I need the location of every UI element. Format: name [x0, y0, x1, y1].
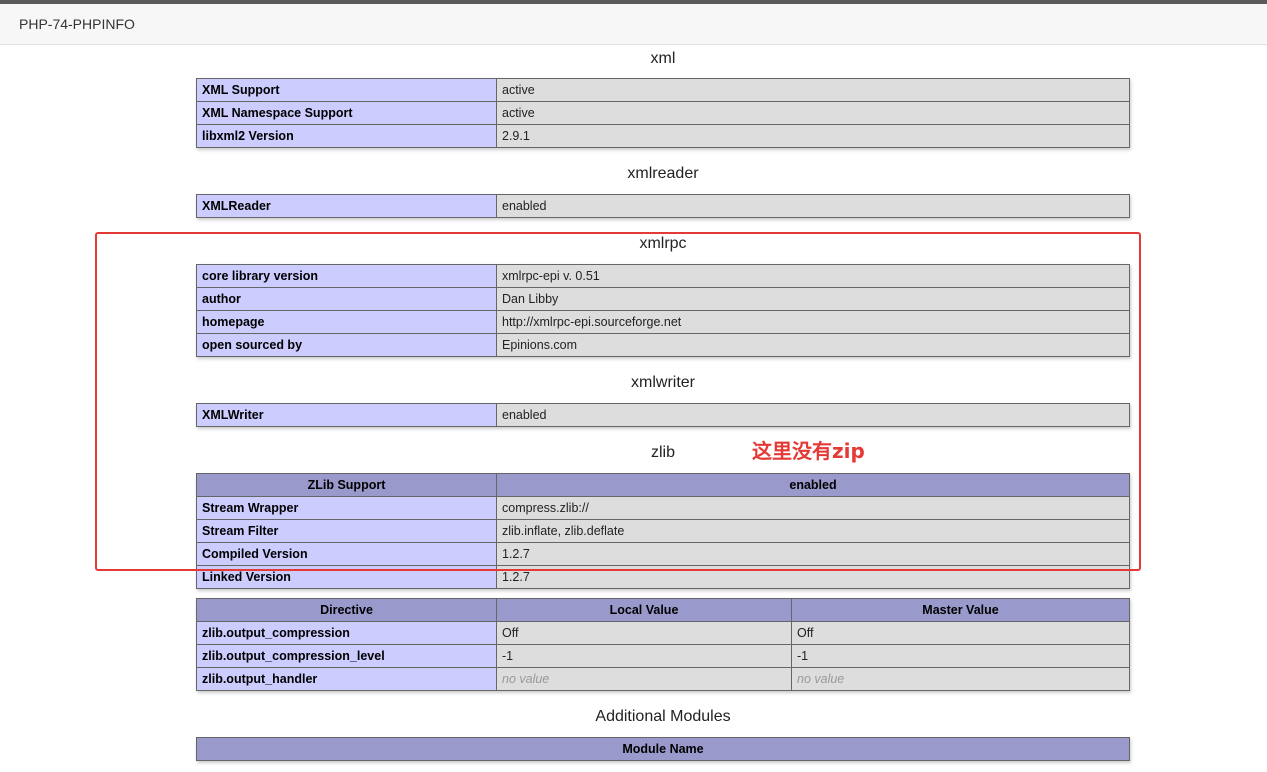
table-header-row: Module Name	[196, 737, 1130, 761]
page-tab-title[interactable]: PHP-74-PHPINFO	[19, 16, 135, 32]
table-row: zlib.output_handler no value no value	[196, 667, 1130, 691]
directive-name: libxml2 Version	[196, 124, 497, 148]
directive-name: zlib.output_compression	[196, 621, 497, 645]
master-value-cell: no value	[791, 667, 1130, 691]
directive-name: zlib.output_handler	[196, 667, 497, 691]
table-row: author Dan Libby	[196, 287, 1130, 311]
table-row: open sourced by Epinions.com	[196, 333, 1130, 357]
table-row: Compiled Version 1.2.7	[196, 542, 1130, 566]
column-header-local-value: Local Value	[496, 598, 792, 622]
local-value-cell: no value	[496, 667, 792, 691]
xmlrpc-table: core library version xmlrpc-epi v. 0.51 …	[196, 264, 1130, 357]
directive-value: xmlrpc-epi v. 0.51	[496, 264, 1130, 288]
directive-name: XML Support	[196, 78, 497, 102]
table-row: Stream Wrapper compress.zlib://	[196, 496, 1130, 520]
directive-name: Compiled Version	[196, 542, 497, 566]
xmlwriter-table: XMLWriter enabled	[196, 403, 1130, 427]
table-header-row: ZLib Support enabled	[196, 473, 1130, 497]
local-value: -1	[496, 644, 792, 668]
no-value-label: no value	[502, 672, 550, 686]
section-title-xml: xml	[650, 50, 676, 67]
directive-value: Dan Libby	[496, 287, 1130, 311]
section-title-additional-modules: Additional Modules	[595, 708, 731, 725]
directive-value: compress.zlib://	[496, 496, 1130, 520]
directive-value: zlib.inflate, zlib.deflate	[496, 519, 1130, 543]
annotation-note: 这里没有zip	[752, 439, 865, 463]
xml-table: XML Support active XML Namespace Support…	[196, 78, 1130, 148]
directive-name: Linked Version	[196, 565, 497, 589]
directive-value: 1.2.7	[496, 565, 1130, 589]
directive-name: XMLReader	[196, 194, 497, 218]
table-row: XML Namespace Support active	[196, 101, 1130, 125]
directive-value: 1.2.7	[496, 542, 1130, 566]
zlib-support-header: ZLib Support	[196, 473, 497, 497]
local-value: Off	[496, 621, 792, 645]
directive-value: enabled	[496, 194, 1130, 218]
section-title-xmlreader: xmlreader	[627, 165, 699, 182]
table-row: Linked Version 1.2.7	[196, 565, 1130, 589]
directive-name: author	[196, 287, 497, 311]
directive-value: enabled	[496, 403, 1130, 427]
zlib-support-value: enabled	[496, 473, 1130, 497]
table-header-row: Directive Local Value Master Value	[196, 598, 1130, 622]
master-value: -1	[791, 644, 1130, 668]
directive-value: active	[496, 78, 1130, 102]
directive-name: zlib.output_compression_level	[196, 644, 497, 668]
table-row: homepage http://xmlrpc-epi.sourceforge.n…	[196, 310, 1130, 334]
zlib-directives-table: Directive Local Value Master Value zlib.…	[196, 598, 1130, 691]
additional-modules-table: Module Name	[196, 737, 1130, 761]
phpinfo-content: xml XML Support active XML Namespace Sup…	[0, 46, 1267, 772]
master-value: Off	[791, 621, 1130, 645]
directive-name: XMLWriter	[196, 403, 497, 427]
table-row: zlib.output_compression Off Off	[196, 621, 1130, 645]
directive-value: active	[496, 101, 1130, 125]
table-row: core library version xmlrpc-epi v. 0.51	[196, 264, 1130, 288]
directive-name: XML Namespace Support	[196, 101, 497, 125]
section-title-xmlwriter: xmlwriter	[631, 374, 695, 391]
table-row: libxml2 Version 2.9.1	[196, 124, 1130, 148]
directive-value: http://xmlrpc-epi.sourceforge.net	[496, 310, 1130, 334]
directive-name: Stream Filter	[196, 519, 497, 543]
table-row: XMLWriter enabled	[196, 403, 1130, 427]
no-value-label: no value	[797, 672, 845, 686]
column-header-module-name: Module Name	[196, 737, 1130, 761]
directive-name: homepage	[196, 310, 497, 334]
directive-value: 2.9.1	[496, 124, 1130, 148]
directive-name: open sourced by	[196, 333, 497, 357]
directive-name: Stream Wrapper	[196, 496, 497, 520]
section-title-xmlrpc: xmlrpc	[639, 235, 687, 252]
zlib-table: ZLib Support enabled Stream Wrapper comp…	[196, 473, 1130, 589]
directive-name: core library version	[196, 264, 497, 288]
column-header-master-value: Master Value	[791, 598, 1130, 622]
table-row: XML Support active	[196, 78, 1130, 102]
xmlreader-table: XMLReader enabled	[196, 194, 1130, 218]
table-row: Stream Filter zlib.inflate, zlib.deflate	[196, 519, 1130, 543]
tab-bar: PHP-74-PHPINFO	[0, 4, 1267, 45]
table-row: zlib.output_compression_level -1 -1	[196, 644, 1130, 668]
table-row: XMLReader enabled	[196, 194, 1130, 218]
column-header-directive: Directive	[196, 598, 497, 622]
module-stack: xml XML Support active XML Namespace Sup…	[196, 49, 1130, 772]
directive-value: Epinions.com	[496, 333, 1130, 357]
section-title-zlib: zlib	[650, 444, 675, 461]
